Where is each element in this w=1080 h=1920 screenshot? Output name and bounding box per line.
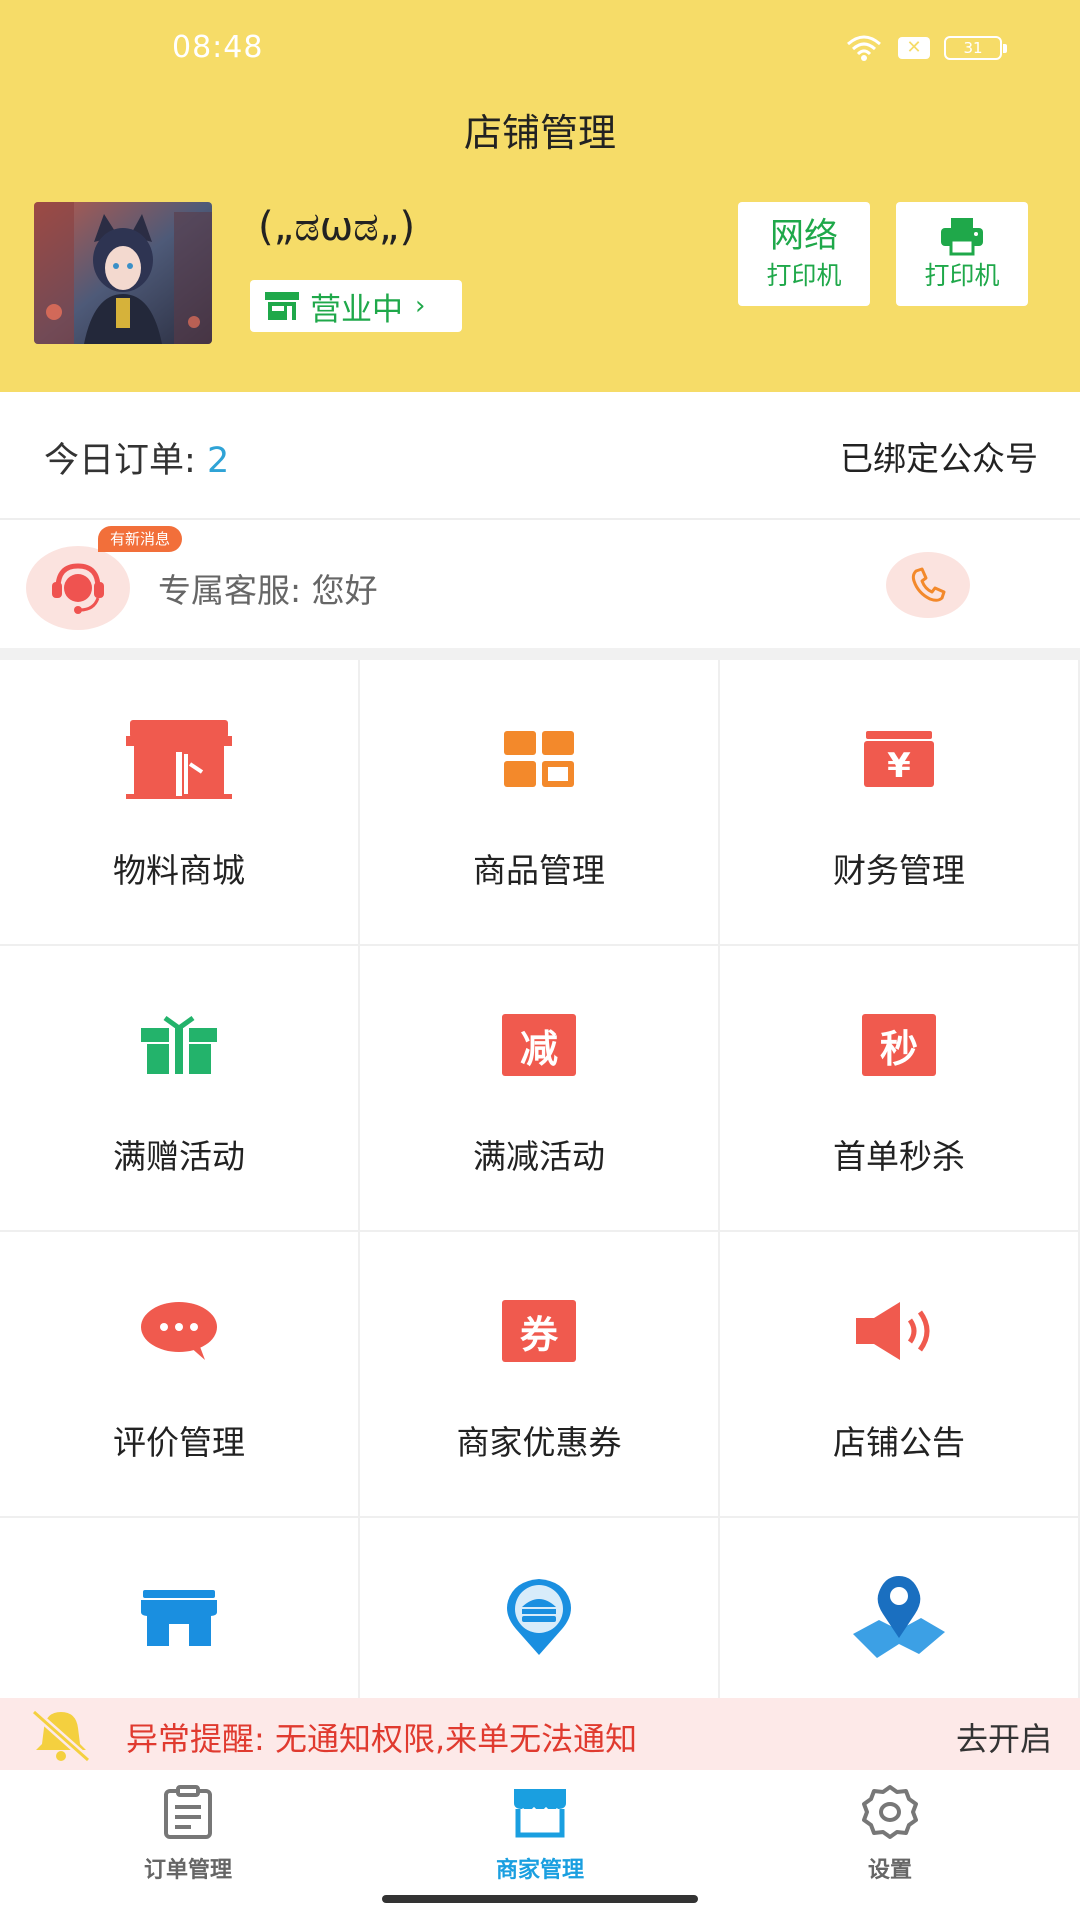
network-printer-line1: 网络: [770, 216, 838, 256]
today-orders-label: 今日订单:: [44, 441, 196, 481]
tab-label: 设置: [867, 1858, 912, 1883]
tab-settings[interactable]: 设置: [790, 1784, 990, 1884]
grid-item-label: 财务管理: [833, 851, 965, 890]
store-awning-icon: [126, 720, 232, 799]
battery-icon: 31: [944, 36, 1007, 60]
headset-agent-icon: [52, 563, 104, 614]
coupon-badge-icon: 券: [502, 1300, 576, 1362]
grid-item-label: 首单秒杀: [833, 1137, 965, 1176]
network-printer-line2: 打印机: [766, 261, 842, 290]
call-button[interactable]: [886, 552, 970, 618]
grid-item-review-management[interactable]: 评价管理: [0, 1232, 360, 1518]
sim-icon: ✕: [898, 37, 930, 59]
shop-tab-icon: [514, 1789, 566, 1838]
phone-icon: [911, 567, 946, 602]
printer-icon: [941, 218, 983, 256]
tab-label: 订单管理: [143, 1858, 232, 1883]
grid-item-store-announcement[interactable]: 店铺公告: [720, 1232, 1080, 1518]
tab-order-management[interactable]: 订单管理: [88, 1784, 288, 1884]
shop-avatar[interactable]: [34, 202, 212, 344]
grid-item-finance-management[interactable]: ¥ 财务管理: [720, 660, 1080, 946]
customer-service-row[interactable]: 有新消息 专属客服: 您好: [0, 522, 1080, 648]
header: 08:48 ✕ 31 店铺管理 („ಡωಡ„) 营业中 › 网络 打印机 打印机: [0, 0, 1080, 392]
orders-row: 今日订单: 2 已绑定公众号: [0, 392, 1080, 520]
grid-item-product-management[interactable]: 商品管理: [360, 660, 720, 946]
today-orders-count: 2: [206, 441, 230, 481]
network-printer-button[interactable]: 网络 打印机: [738, 202, 870, 306]
shop-name: („ಡωಡ„): [258, 204, 416, 250]
clipboard-icon: [164, 1785, 212, 1839]
business-status-label: 营业中: [310, 291, 403, 328]
grid-item-first-order-flash-sale[interactable]: 秒 首单秒杀: [720, 946, 1080, 1232]
tab-label: 商家管理: [495, 1858, 584, 1883]
printer-label: 打印机: [924, 261, 1000, 290]
bell-off-icon: [31, 1709, 91, 1762]
status-time: 08:48: [172, 30, 264, 65]
status-icons: ✕ 31: [844, 34, 1007, 62]
grid-item-gift-promotion[interactable]: 满赠活动: [0, 946, 360, 1232]
speaker-icon: [856, 1302, 930, 1360]
business-status-button[interactable]: 营业中 ›: [250, 280, 462, 332]
location-pin-food-icon: [507, 1579, 571, 1655]
grid-item-material-mall[interactable]: 物料商城: [0, 660, 360, 946]
yen-box-icon: ¥: [864, 731, 934, 787]
store-status-icon: [265, 292, 299, 320]
grid-item-label: 满减活动: [473, 1137, 605, 1176]
chat-bubble-icon: [141, 1302, 217, 1360]
grid-item-label: 满赠活动: [113, 1137, 245, 1176]
notification-alert-bar: 异常提醒: 无通知权限,来单无法通知 去开启: [0, 1698, 1080, 1770]
shop-front-icon: [141, 1590, 217, 1646]
enable-notification-button[interactable]: 去开启: [956, 1714, 1052, 1760]
page-title: 店铺管理: [463, 111, 616, 155]
grid-item-discount-promotion[interactable]: 减 满减活动: [360, 946, 720, 1232]
alert-text: 异常提醒: 无通知权限,来单无法通知: [126, 1720, 638, 1758]
map-pin-icon: [853, 1576, 945, 1658]
reduce-badge-icon: 减: [502, 1014, 576, 1076]
grid-item-label: 商家优惠券: [456, 1423, 622, 1462]
reduce-glyph: 减: [519, 1026, 558, 1071]
section-divider: [0, 648, 1080, 660]
chevron-right-icon: ›: [415, 291, 426, 321]
bound-official-account[interactable]: 已绑定公众号: [840, 432, 1038, 480]
home-indicator[interactable]: [382, 1895, 698, 1903]
flash-sale-badge-icon: 秒: [862, 1014, 936, 1076]
grid-item-label: 评价管理: [113, 1423, 245, 1462]
svg-text:¥: ¥: [887, 746, 911, 786]
today-orders[interactable]: 今日订单: 2: [44, 432, 229, 483]
service-text: 专属客服: 您好: [158, 571, 378, 610]
gift-icon: [141, 1015, 217, 1074]
wifi-icon: [847, 35, 881, 61]
tab-merchant-management[interactable]: 商家管理: [440, 1784, 640, 1884]
grid-item-label: 商品管理: [473, 851, 605, 890]
printer-button[interactable]: 打印机: [896, 202, 1028, 306]
service-avatar: [26, 546, 130, 630]
flash-sale-glyph: 秒: [879, 1026, 918, 1071]
new-message-badge: 有新消息: [98, 526, 183, 552]
gear-icon: [862, 1785, 918, 1839]
grid-item-label: 物料商城: [113, 851, 245, 890]
grid-item-label: 店铺公告: [833, 1423, 965, 1462]
grid-squares-icon: [504, 731, 574, 787]
coupon-glyph: 券: [519, 1312, 558, 1357]
grid-item-merchant-coupons[interactable]: 券 商家优惠券: [360, 1232, 720, 1518]
